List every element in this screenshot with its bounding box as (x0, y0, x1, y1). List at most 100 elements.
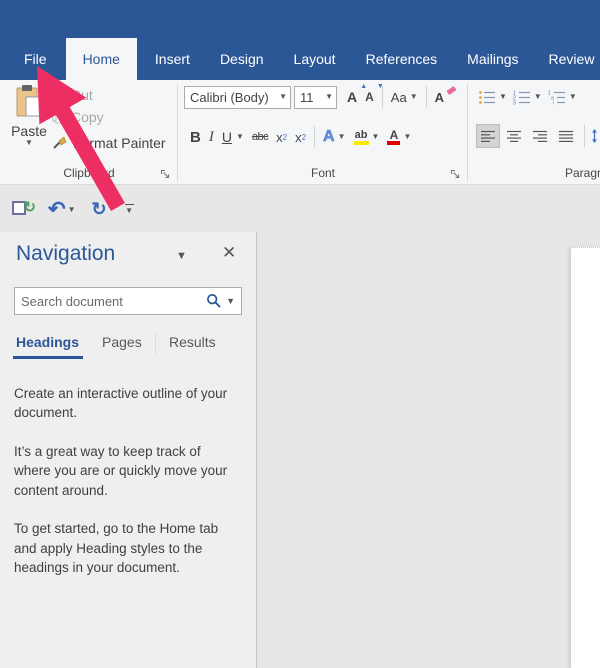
bold-label: B (190, 129, 201, 146)
paragraph-group-label: Paragraph (468, 166, 600, 180)
align-right-icon (532, 130, 549, 143)
subscript-button[interactable]: x2 (272, 125, 291, 149)
font-color-caret-icon: ▼ (403, 133, 411, 141)
undo-caret-icon[interactable]: ▼ (68, 205, 76, 214)
tab-results[interactable]: Results (169, 334, 216, 350)
paste-button[interactable]: Paste ▼ (6, 84, 52, 162)
pane-close-icon[interactable]: ✕ (222, 243, 236, 263)
font-color-icon: A (387, 130, 400, 145)
underline-label: U (222, 129, 232, 145)
highlight-caret-icon: ▼ (372, 133, 380, 141)
ribbon: Paste ▼ Cut Copy (0, 80, 600, 185)
navigation-pane: Navigation ▼ ✕ ▼ Headings Pages Results … (0, 232, 257, 668)
font-dialog-launcher-icon[interactable] (450, 169, 461, 180)
numbering-button[interactable]: 1 2 3 ▼ (511, 89, 544, 106)
tab-divider (155, 332, 156, 354)
bullets-button[interactable]: ▼ (476, 89, 509, 106)
format-painter-button[interactable]: Format Painter (52, 135, 166, 151)
svg-text:3: 3 (513, 100, 516, 105)
line-spacing-icon (591, 129, 600, 143)
paste-label: Paste (11, 123, 47, 139)
save-button[interactable]: ↻ (12, 199, 34, 219)
text-effects-button[interactable]: A ▼ (319, 125, 349, 149)
clipboard-group-label: Clipboard (0, 166, 178, 180)
paste-dropdown-caret[interactable]: ▼ (25, 139, 33, 147)
search-box[interactable]: ▼ (14, 287, 242, 315)
tab-home[interactable]: Home (66, 38, 137, 80)
customize-quick-access-button[interactable]: ▼ (125, 204, 134, 215)
align-right-button[interactable] (528, 124, 552, 148)
text-effects-caret-icon: ▼ (338, 133, 346, 141)
pane-options-chevron-icon[interactable]: ▼ (176, 250, 187, 262)
superscript-button[interactable]: x2 (291, 125, 310, 149)
tab-design[interactable]: Design (207, 38, 277, 80)
strikethrough-label: abc (252, 131, 268, 143)
underline-button[interactable]: U (218, 125, 236, 149)
font-color-button[interactable]: A ▼ (383, 125, 415, 149)
tab-file[interactable]: File (10, 38, 61, 80)
undo-icon: ↶ (48, 197, 66, 222)
multilevel-list-button[interactable]: 1 a i ▼ (546, 89, 579, 106)
numbering-icon: 1 2 3 (513, 90, 531, 105)
bold-button[interactable]: B (186, 125, 205, 149)
title-bar (0, 0, 600, 38)
format-painter-label: Format Painter (73, 135, 166, 151)
subscript-mark: 2 (283, 133, 287, 142)
ribbon-tab-bar: File Home Insert Design Layout Reference… (0, 38, 600, 80)
underline-caret-icon[interactable]: ▼ (236, 133, 244, 141)
copy-label: Copy (71, 109, 104, 125)
tab-headings[interactable]: Headings (16, 334, 79, 350)
search-icon[interactable] (206, 293, 222, 309)
align-left-icon (480, 130, 497, 143)
grow-font-button[interactable]: A▲ (343, 85, 361, 109)
clipboard-dialog-launcher-icon[interactable] (160, 169, 171, 180)
numbering-caret-icon: ▼ (534, 93, 542, 101)
shrink-font-button[interactable]: A▼ (361, 85, 378, 109)
tab-review[interactable]: Review (536, 38, 600, 80)
grow-font-label: A (347, 89, 357, 105)
divider (584, 125, 585, 147)
help-paragraph: It’s a great way to keep track of where … (14, 442, 236, 500)
help-paragraph: To get started, go to the Home tab and a… (14, 519, 236, 577)
font-size-combobox[interactable]: 11 ▼ (294, 86, 337, 109)
font-size-value: 11 (295, 90, 325, 105)
font-name-value: Calibri (Body) (185, 90, 279, 105)
line-spacing-button[interactable] (589, 128, 600, 144)
tab-references[interactable]: References (353, 38, 451, 80)
search-input[interactable] (15, 294, 206, 309)
redo-button[interactable]: ↻ (92, 199, 107, 220)
align-left-button[interactable] (476, 124, 500, 148)
cut-button[interactable]: Cut (52, 87, 93, 103)
redo-icon: ↻ (92, 199, 107, 220)
change-case-label: Aa (391, 90, 407, 105)
svg-text:i: i (553, 100, 554, 105)
search-options-caret-icon[interactable]: ▼ (226, 296, 235, 306)
undo-button[interactable]: ↶ (48, 197, 66, 222)
font-group: Calibri (Body) ▼ 11 ▼ A▲ A▼ Aa ▼ A (178, 80, 468, 184)
font-group-label: Font (178, 166, 468, 180)
divider (426, 86, 427, 108)
change-case-caret-icon: ▼ (410, 93, 418, 101)
tab-mailings[interactable]: Mailings (454, 38, 531, 80)
eraser-icon (446, 86, 456, 95)
navigation-help-text: Create an interactive outline of your do… (14, 384, 236, 597)
justify-button[interactable] (554, 124, 578, 148)
tab-layout[interactable]: Layout (281, 38, 349, 80)
document-page[interactable] (571, 247, 600, 668)
change-case-button[interactable]: Aa ▼ (387, 85, 422, 109)
shrink-font-arrow-icon: ▼ (377, 83, 384, 90)
active-tab-indicator (13, 356, 83, 359)
tab-insert[interactable]: Insert (142, 38, 203, 80)
italic-button[interactable]: I (205, 125, 218, 149)
strikethrough-button[interactable]: abc (248, 125, 272, 149)
shrink-font-label: A (365, 90, 374, 104)
copy-button[interactable]: Copy (52, 109, 104, 125)
text-highlight-button[interactable]: ab ▼ (350, 125, 384, 149)
tab-pages[interactable]: Pages (102, 334, 142, 350)
clear-formatting-button[interactable]: A (431, 85, 448, 109)
justify-icon (558, 130, 575, 143)
document-canvas-area (258, 232, 600, 668)
font-name-combobox[interactable]: Calibri (Body) ▼ (184, 86, 291, 109)
paste-icon (14, 84, 44, 120)
align-center-button[interactable] (502, 124, 526, 148)
